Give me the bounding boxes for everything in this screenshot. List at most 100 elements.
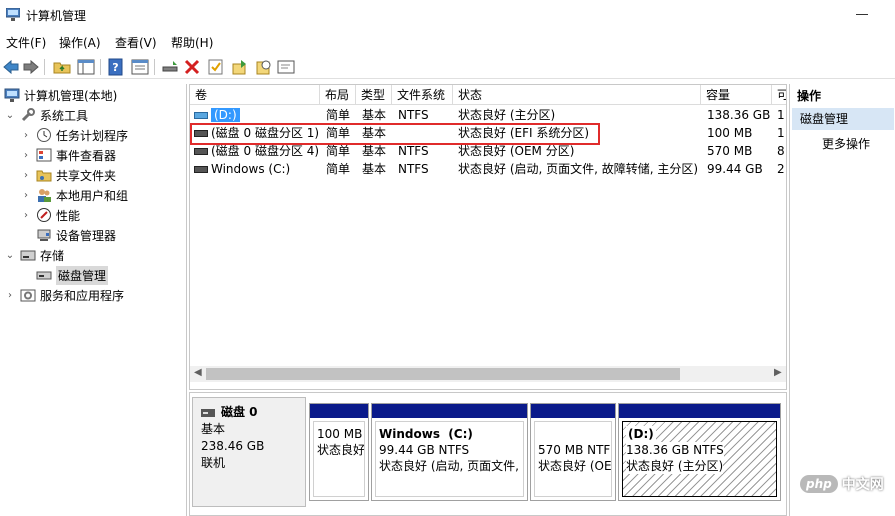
menu-action[interactable]: 操作(A) (59, 34, 101, 51)
column-header-status[interactable]: 状态 (453, 85, 701, 105)
action-more-actions[interactable]: 更多操作 (822, 135, 870, 152)
tree-item-services[interactable]: › 服务和应用程序 (4, 285, 124, 305)
actions-header: 操作 (797, 89, 822, 103)
tree-item-storage[interactable]: ⌄ 存储 (4, 245, 64, 265)
volume-status: 状态良好 (启动, 页面文件, 故障转储, 主分区) (458, 162, 699, 176)
check-icon[interactable] (207, 58, 225, 76)
volume-type: 基本 (362, 108, 387, 122)
actions-pane: 操作 磁盘管理 更多操作 (789, 84, 895, 516)
tree-item-task-scheduler[interactable]: › 任务计划程序 (20, 125, 128, 145)
column-header-type[interactable]: 类型 (356, 85, 392, 105)
partition-windows[interactable]: Windows (C:) 99.44 GB NTFS 状态良好 (启动, 页面文… (371, 403, 528, 501)
partition-bar (619, 404, 780, 418)
volume-name: (D:) (211, 108, 240, 122)
column-header-capacity[interactable]: 容量 (701, 85, 772, 105)
volume-name: (磁盘 0 磁盘分区 4) (211, 144, 318, 158)
forward-arrow-icon[interactable] (22, 58, 40, 76)
tree-item-shared-folders[interactable]: › 共享文件夹 (20, 165, 116, 185)
scroll-left-icon[interactable]: ◀ (194, 367, 202, 378)
menu-view[interactable]: 查看(V) (115, 34, 157, 51)
scrollbar-thumb[interactable] (206, 368, 680, 380)
tree-item-local-users[interactable]: › 本地用户和组 (20, 185, 128, 205)
menu-file[interactable]: 文件(F) (6, 34, 46, 51)
column-header-free[interactable]: 可 (772, 85, 786, 105)
tree-item-label: 共享文件夹 (56, 168, 117, 183)
disk-type: 基本 (201, 422, 226, 436)
chevron-right-icon[interactable]: › (20, 150, 32, 161)
watermark-logo: php (800, 475, 838, 493)
horizontal-scrollbar[interactable]: ◀ ▶ (190, 366, 786, 382)
shared-folder-icon (36, 170, 52, 182)
tree-item-device-manager[interactable]: 设备管理器 (36, 225, 116, 245)
svg-text:?: ? (112, 61, 118, 74)
partition-name: Windows (C:) (379, 427, 473, 441)
tree-item-label: 事件查看器 (56, 148, 117, 163)
help-icon[interactable]: ? (107, 58, 125, 76)
up-folder-icon[interactable] (53, 58, 71, 76)
export-icon[interactable] (231, 58, 249, 76)
connect-icon[interactable] (161, 58, 179, 76)
action-disk-management[interactable]: 磁盘管理 (792, 108, 894, 130)
toolbar: ? (0, 55, 895, 79)
volume-list: 卷 布局 类型 文件系统 状态 容量 可 (D:) 简单 基本 NTFS 状态良… (189, 84, 787, 390)
volume-icon (194, 148, 208, 155)
column-header-filesystem[interactable]: 文件系统 (392, 85, 453, 105)
event-viewer-icon (36, 148, 52, 162)
partition-body: Windows (C:) 99.44 GB NTFS 状态良好 (启动, 页面文… (375, 421, 524, 497)
chevron-down-icon[interactable]: ⌄ (4, 110, 16, 121)
disk-state: 联机 (201, 456, 226, 470)
chevron-down-icon[interactable]: ⌄ (4, 250, 16, 261)
tree-item-disk-management[interactable]: 磁盘管理 (36, 265, 109, 285)
volume-icon (194, 112, 208, 119)
window-title: 计算机管理 (26, 9, 87, 23)
tree-item-root[interactable]: 计算机管理(本地) (4, 85, 117, 105)
properties-icon[interactable] (131, 58, 149, 76)
chevron-right-icon[interactable]: › (20, 210, 32, 221)
partition-status: 状态良好 (主分区) (626, 458, 724, 474)
computer-management-icon (4, 88, 20, 102)
chevron-right-icon[interactable]: › (20, 190, 32, 201)
column-header-layout[interactable]: 布局 (320, 85, 356, 105)
center-pane: 卷 布局 类型 文件系统 状态 容量 可 (D:) 简单 基本 NTFS 状态良… (189, 84, 787, 516)
title-bar: 计算机管理 (0, 0, 895, 30)
storage-icon (20, 250, 36, 261)
chevron-right-icon[interactable]: › (20, 170, 32, 181)
disk-name: 磁盘 0 (221, 405, 258, 419)
disk-info[interactable]: 磁盘 0 基本 238.46 GB 联机 (192, 397, 306, 507)
search-icon[interactable] (255, 58, 273, 76)
volume-free: 1 (777, 108, 785, 122)
tree-item-label: 服务和应用程序 (40, 288, 125, 303)
partition-oem[interactable]: 570 MB NTF 状态良好 (OE (530, 403, 616, 501)
scroll-right-icon[interactable]: ▶ (774, 367, 782, 378)
device-manager-icon (37, 229, 51, 241)
column-header-volume[interactable]: 卷 (190, 85, 320, 105)
tools-icon (21, 108, 35, 122)
tree-item-event-viewer[interactable]: › 事件查看器 (20, 145, 116, 165)
delete-icon[interactable] (183, 58, 201, 76)
volume-name: Windows (C:) (211, 162, 291, 176)
partition-efi[interactable]: 100 MB 状态良好 (309, 403, 369, 501)
partition-size: 99.44 GB NTFS (379, 443, 470, 457)
tree-item-label: 设备管理器 (56, 228, 117, 243)
tree-item-label: 性能 (56, 208, 81, 223)
chevron-right-icon[interactable]: › (4, 290, 16, 301)
show-hide-tree-icon[interactable] (77, 58, 95, 76)
tree-item-performance[interactable]: › 性能 (20, 205, 80, 225)
back-arrow-icon[interactable] (2, 58, 20, 76)
partition-body: (D:) 138.36 GB NTFS 状态良好 (主分区) (622, 421, 777, 497)
tree-item-system-tools[interactable]: ⌄ 系统工具 (4, 105, 88, 125)
minimize-button[interactable] (856, 14, 868, 15)
partition-body: 570 MB NTF 状态良好 (OE (534, 421, 612, 497)
partition-bar (531, 404, 615, 418)
menu-help[interactable]: 帮助(H) (171, 34, 213, 51)
tree-item-label: 计算机管理(本地) (24, 88, 118, 103)
computer-management-icon (6, 8, 20, 21)
console-icon[interactable] (277, 58, 295, 76)
chevron-right-icon[interactable]: › (20, 130, 32, 141)
disk-size: 238.46 GB (201, 439, 265, 453)
partition-d[interactable]: (D:) 138.36 GB NTFS 状态良好 (主分区) (618, 403, 781, 501)
partition-status: 状态良好 (OE (538, 459, 612, 473)
partition-size: 100 MB (317, 427, 363, 441)
tree-item-label: 系统工具 (40, 108, 89, 123)
clock-icon (37, 128, 51, 142)
